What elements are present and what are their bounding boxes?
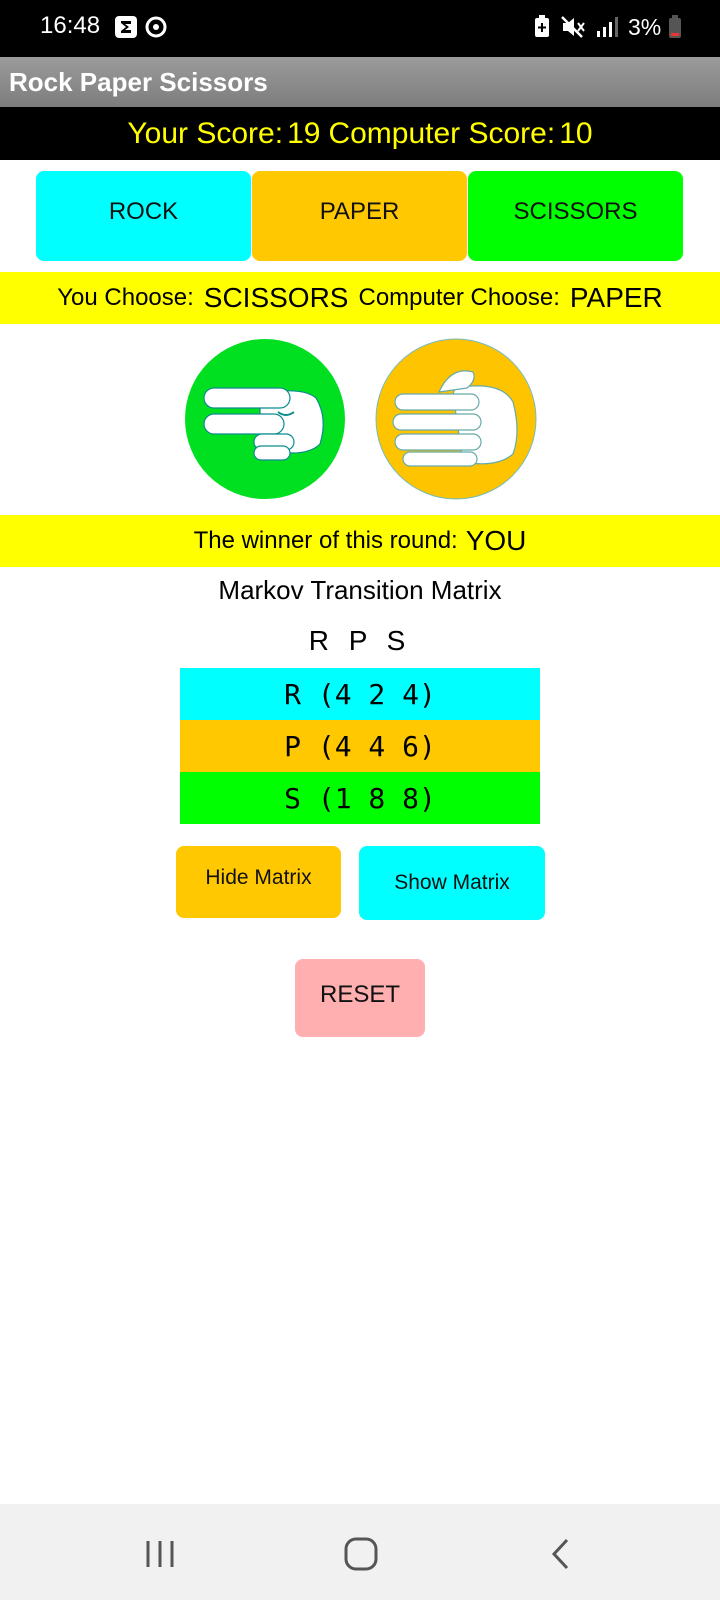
sigma-notification-icon [114,15,138,39]
computer-choice-label: Computer Choose: [358,284,560,311]
status-bar: 16:48 3% [0,0,720,57]
matrix-row-r: R (4 2 4) [180,668,540,720]
battery-icon [668,15,682,39]
hide-matrix-button[interactable]: Hide Matrix [176,846,341,918]
paper-button[interactable]: PAPER [252,171,467,261]
matrix-header: R P S [308,625,412,656]
computer-score-value: 10 [559,116,593,150]
back-icon[interactable] [540,1532,584,1576]
scissors-button[interactable]: SCISSORS [468,171,683,261]
reset-button[interactable]: RESET [295,959,425,1037]
matrix-row-p: P (4 4 6) [180,720,540,772]
player-score-label: Your Score: [127,116,284,150]
sync-notification-icon [144,15,168,39]
battery-saver-icon [532,15,552,39]
matrix-title: Markov Transition Matrix [218,575,502,605]
choice-bar: You Choose: SCISSORS Computer Choose: PA… [0,272,720,324]
signal-icon [595,15,619,39]
computer-choice-value: PAPER [569,282,663,313]
app-title: Rock Paper Scissors [9,67,268,97]
player-choice-value: SCISSORS [203,282,349,313]
winner-bar: The winner of this round: YOU [0,515,720,567]
status-time: 16:48 [40,12,101,39]
app-bar: Rock Paper Scissors [0,57,720,107]
rock-button[interactable]: ROCK [36,171,251,261]
mute-icon [560,15,586,39]
matrix-row-s: S (1 8 8) [180,772,540,824]
player-score-value: 19 [287,116,321,150]
scissors-hand-icon [182,336,348,502]
navigation-bar [0,1504,720,1600]
recent-apps-icon[interactable] [138,1532,182,1576]
paper-hand-icon [373,336,539,502]
score-bar: Your Score: 19 Computer Score: 10 [0,107,720,160]
player-choice-label: You Choose: [57,284,194,311]
home-icon[interactable] [339,1532,383,1576]
battery-percent: 3% [628,14,662,40]
show-matrix-button[interactable]: Show Matrix [359,846,545,920]
winner-value: YOU [465,525,527,556]
computer-score-label: Computer Score: [328,116,556,150]
winner-label: The winner of this round: [193,527,458,554]
